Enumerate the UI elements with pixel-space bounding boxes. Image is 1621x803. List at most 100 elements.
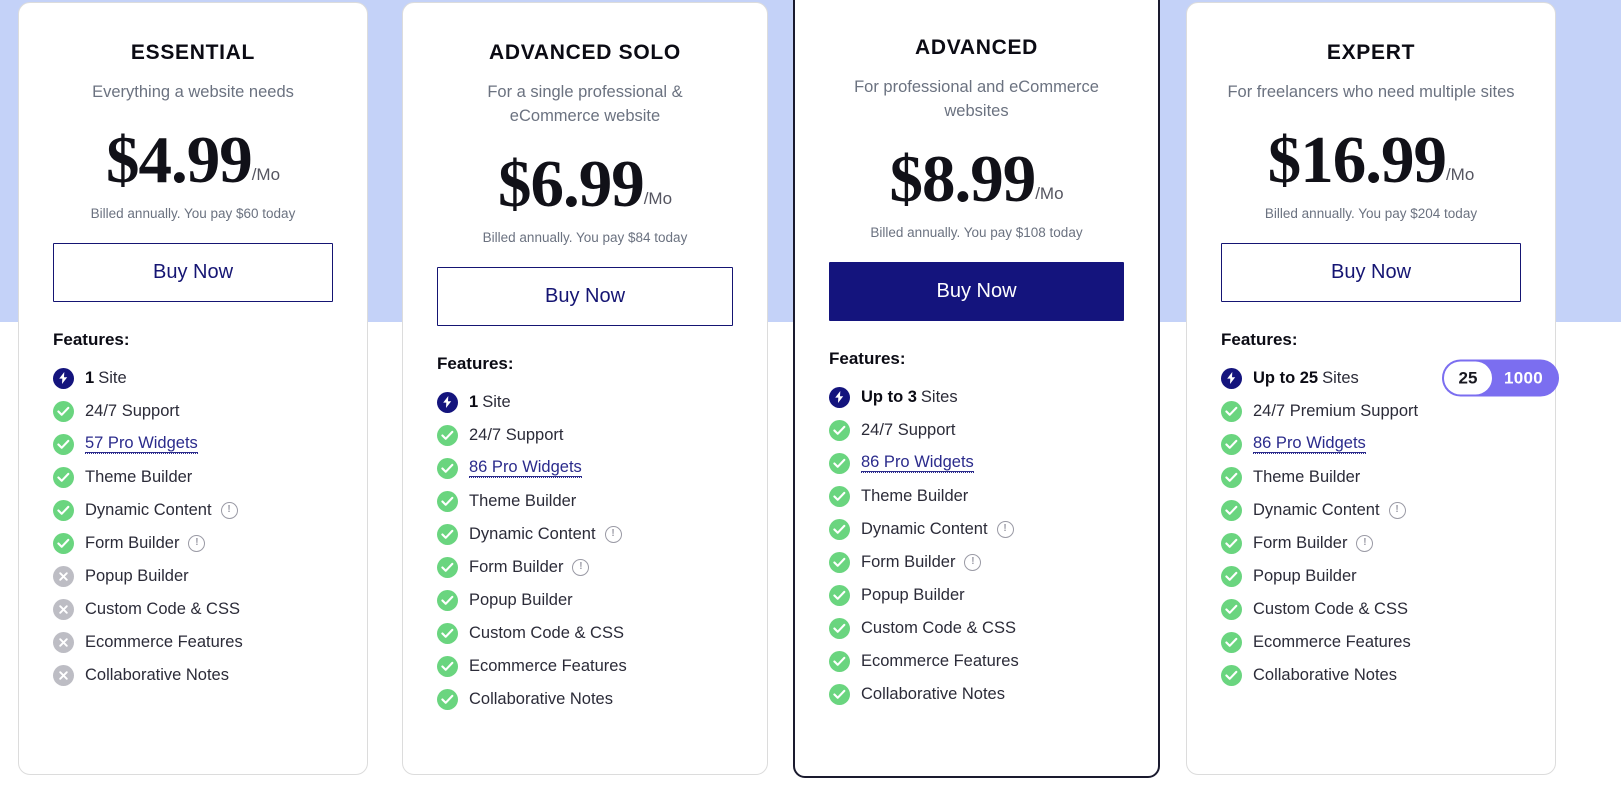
feature-item: Dynamic Content! [829, 513, 1124, 546]
feature-label: Sites [920, 388, 958, 407]
bolt-icon [1221, 367, 1242, 389]
check-icon [1221, 598, 1242, 620]
plan-name: ESSENTIAL [130, 41, 256, 64]
feature-item: Custom Code & CSS [1221, 593, 1521, 626]
feature-item: Dynamic Content! [53, 494, 333, 527]
feature-item: Ecommerce Features [53, 626, 333, 659]
feature-item: 86 Pro Widgets [1221, 428, 1521, 461]
check-icon [829, 584, 850, 606]
features-list: Up to 25 Sites 25 1000 24/7 Premium Support 8… [1221, 359, 1559, 692]
feature-link[interactable]: 57 Pro Widgets [85, 434, 198, 454]
feature-item: Popup Builder [53, 560, 333, 593]
feature-label: Ecommerce Features [85, 633, 243, 652]
cross-icon [53, 631, 74, 653]
check-icon [437, 622, 458, 644]
check-icon [1221, 532, 1242, 554]
info-icon[interactable]: ! [1388, 501, 1406, 519]
feature-label: Dynamic Content [85, 501, 212, 520]
features-heading: Features: [829, 348, 906, 368]
feature-item: Form Builder! [1221, 527, 1521, 560]
feature-label: Site [482, 393, 511, 412]
check-icon [1221, 433, 1242, 455]
feature-item: Form Builder! [53, 527, 333, 560]
feature-label: Popup Builder [85, 567, 189, 586]
feature-item: 86 Pro Widgets [437, 452, 733, 485]
check-icon [437, 589, 458, 611]
pricing-cards-container: ESSENTIAL Everything a website needs $4.99… [0, 0, 1621, 803]
feature-label: 24/7 Support [85, 402, 180, 421]
bolt-icon [829, 386, 850, 408]
check-icon [829, 551, 850, 573]
card-inner: ADVANCED For professional and eCommerce w… [795, 36, 1158, 711]
info-icon[interactable]: ! [188, 534, 206, 552]
info-icon[interactable]: ! [996, 520, 1014, 538]
feature-link[interactable]: 86 Pro Widgets [469, 458, 582, 478]
info-icon[interactable]: ! [964, 553, 982, 571]
billing-note: Billed annually. You pay $60 today [90, 205, 296, 221]
feature-item: 24/7 Support [829, 414, 1124, 447]
feature-label: Theme Builder [861, 487, 969, 506]
price-amount: $16.99 [1267, 122, 1447, 197]
check-icon [1221, 565, 1242, 587]
feature-label: Form Builder [861, 553, 956, 572]
cross-icon [53, 598, 74, 620]
feature-label: Theme Builder [85, 468, 193, 487]
feature-item: Theme Builder [437, 485, 733, 518]
feature-item: 57 Pro Widgets [53, 428, 333, 461]
buy-now-button[interactable]: Buy Now [53, 242, 333, 302]
buy-now-button[interactable]: Buy Now [829, 261, 1124, 321]
info-icon[interactable]: ! [604, 525, 622, 543]
feature-link[interactable]: 86 Pro Widgets [861, 453, 974, 473]
feature-label: Custom Code & CSS [861, 619, 1016, 638]
feature-label: Ecommerce Features [861, 652, 1019, 671]
feature-item: Ecommerce Features [437, 650, 733, 683]
pricing-card-advanced: ADVANCED For professional and eCommerce w… [793, 0, 1160, 778]
site-count-option[interactable]: 1000 [1494, 360, 1559, 397]
info-icon[interactable]: ! [572, 558, 590, 576]
feature-item: Form Builder! [829, 546, 1124, 579]
bolt-icon [437, 391, 458, 413]
feature-item: Theme Builder [53, 461, 333, 494]
buy-now-button[interactable]: Buy Now [437, 266, 733, 326]
feature-item: Collaborative Notes [829, 678, 1124, 711]
features-heading: Features: [1221, 329, 1298, 349]
check-icon [437, 523, 458, 545]
plan-name: ADVANCED [914, 36, 1039, 59]
price-amount: $4.99 [105, 122, 253, 197]
plan-description: For freelancers who need multiple sites [1227, 83, 1515, 101]
feature-qty: 1 [85, 369, 95, 388]
feature-item: 1 Site [53, 362, 333, 395]
plan-description: For a single professional & eCommerce we… [487, 83, 683, 125]
feature-qty: Up to 25 [1253, 369, 1319, 388]
check-icon [437, 556, 458, 578]
feature-qty: 1 [469, 393, 479, 412]
feature-item: Popup Builder [829, 579, 1124, 612]
feature-item: 24/7 Premium Support [1221, 395, 1521, 428]
feature-item: Dynamic Content! [1221, 494, 1521, 527]
price-row: $6.99/Mo [437, 150, 733, 218]
pricing-card-expert: EXPERT For freelancers who need multiple … [1186, 2, 1559, 775]
check-icon [1221, 664, 1242, 686]
price-row: $16.99/Mo [1221, 126, 1521, 194]
feature-item: Theme Builder [829, 480, 1124, 513]
site-count-toggle[interactable]: 25 1000 [1441, 359, 1559, 397]
price-amount: $8.99 [889, 141, 1036, 216]
buy-now-button[interactable]: Buy Now [1221, 242, 1521, 302]
info-icon[interactable]: ! [220, 501, 238, 519]
info-icon[interactable]: ! [1356, 534, 1374, 552]
check-icon [53, 433, 74, 455]
feature-label: Dynamic Content [1253, 501, 1380, 520]
feature-item: Collaborative Notes [53, 659, 333, 692]
feature-item: Ecommerce Features [1221, 626, 1521, 659]
card-inner: EXPERT For freelancers who need multiple … [1187, 41, 1559, 692]
price-period: /Mo [643, 188, 673, 208]
check-icon [437, 655, 458, 677]
plan-description: For professional and eCommerce websites [854, 78, 1099, 120]
features-list: 1 Site 24/7 Support 86 Pro Widgets Theme Bui… [437, 386, 733, 716]
check-icon [829, 485, 850, 507]
price-row: $4.99/Mo [53, 126, 333, 194]
site-count-selected[interactable]: 25 [1443, 361, 1492, 395]
feature-item: Collaborative Notes [437, 683, 733, 716]
feature-link[interactable]: 86 Pro Widgets [1253, 434, 1366, 454]
feature-item: 24/7 Support [53, 395, 333, 428]
